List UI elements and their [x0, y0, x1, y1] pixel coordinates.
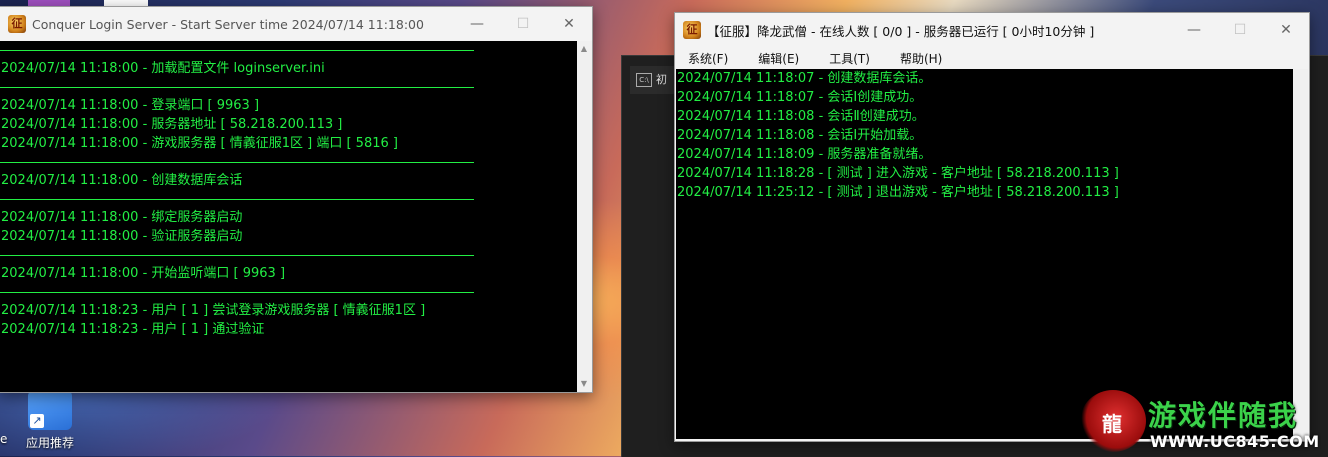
menu-edit[interactable]: 编辑(E) — [753, 48, 804, 69]
log-separator — [0, 50, 474, 51]
menu-tools[interactable]: 工具(T) — [824, 48, 875, 69]
terminal-icon: C:\ — [636, 73, 652, 87]
menu-help[interactable]: 帮助(H) — [895, 48, 947, 69]
log-line: 2024/07/14 11:18:08 - 会话Ⅱ创建成功。 — [677, 109, 925, 124]
menu-system[interactable]: 系统(F) — [683, 48, 733, 69]
title-bar[interactable]: 征 【征服】降龙武僧 - 在线人数 [ 0/0 ] - 服务器已运行 [ 0小时… — [675, 13, 1309, 47]
log-line: 2024/07/14 11:18:07 - 会话Ⅰ创建成功。 — [677, 90, 923, 105]
desktop-icon-label: 应用推荐 — [25, 436, 74, 450]
app-recommend-icon: ↗ — [28, 390, 72, 430]
log-line: 2024/07/14 11:18:00 - 开始监听端口 [ 9963 ] — [1, 266, 286, 281]
log-line: 2024/07/14 11:18:08 - 会话Ⅰ开始加载。 — [677, 128, 923, 143]
maximize-icon[interactable]: ☐ — [1217, 13, 1263, 47]
game-server-window[interactable]: 征 【征服】降龙武僧 - 在线人数 [ 0/0 ] - 服务器已运行 [ 0小时… — [674, 12, 1310, 442]
maximize-icon[interactable]: ☐ — [500, 7, 546, 41]
vertical-scrollbar[interactable] — [1293, 69, 1308, 439]
log-separator — [0, 199, 474, 200]
log-line: 2024/07/14 11:25:12 - [ 测试 ] 退出游戏 - 客户地址… — [677, 185, 1119, 200]
desktop-icon-app-recommend[interactable]: ↗ 应用推荐 — [24, 390, 76, 451]
close-icon[interactable]: ✕ — [1263, 13, 1309, 47]
log-separator — [0, 292, 474, 293]
window-title: Conquer Login Server - Start Server time… — [32, 16, 424, 32]
log-line: 2024/07/14 11:18:23 - 用户 [ 1 ] 通过验证 — [1, 322, 265, 337]
log-line: 2024/07/14 11:18:00 - 绑定服务器启动 — [1, 210, 243, 225]
title-bar[interactable]: 征 Conquer Login Server - Start Server ti… — [0, 7, 592, 41]
game-console-output: 2024/07/14 11:18:07 - 创建数据库会话。 2024/07/1… — [676, 69, 1293, 439]
login-server-window[interactable]: 征 Conquer Login Server - Start Server ti… — [0, 6, 593, 393]
log-line: 2024/07/14 11:18:28 - [ 测试 ] 进入游戏 - 客户地址… — [677, 166, 1119, 181]
watermark-name: 游戏伴随我 — [1148, 399, 1299, 432]
terminal-tab-label: 初 — [656, 73, 667, 86]
close-icon[interactable]: ✕ — [546, 7, 592, 41]
log-line: 2024/07/14 11:18:00 - 加载配置文件 loginserver… — [1, 61, 325, 76]
log-separator — [0, 87, 474, 88]
log-line: 2024/07/14 11:18:07 - 创建数据库会话。 — [677, 71, 932, 86]
log-line: 2024/07/14 11:18:00 - 游戏服务器 [ 情義征服1区 ] 端… — [1, 136, 398, 151]
minimize-icon[interactable]: — — [1171, 13, 1217, 47]
watermark-url: WWW.UC845.COM — [1150, 432, 1320, 451]
log-line: 2024/07/14 11:18:09 - 服务器准备就绪。 — [677, 147, 932, 162]
desktop-edge-label: e — [0, 432, 8, 446]
scroll-up-icon[interactable]: ▲ — [577, 43, 591, 55]
scroll-down-icon[interactable]: ▼ — [577, 378, 591, 390]
shortcut-arrow-icon: ↗ — [30, 414, 44, 428]
minimize-icon[interactable]: — — [454, 7, 500, 41]
conquer-app-icon: 征 — [8, 15, 26, 33]
window-title: 【征服】降龙武僧 - 在线人数 [ 0/0 ] - 服务器已运行 [ 0小时10… — [707, 23, 1095, 39]
site-watermark: 龍 游戏伴随我 WWW.UC845.COM — [1080, 390, 1328, 456]
vertical-scrollbar[interactable]: ▲ ▼ — [577, 41, 592, 392]
log-line: 2024/07/14 11:18:00 - 服务器地址 [ 58.218.200… — [1, 117, 343, 132]
dragon-logo-icon: 龍 — [1080, 390, 1146, 452]
menu-bar: 系统(F) 编辑(E) 工具(T) 帮助(H) — [675, 47, 1309, 69]
log-line: 2024/07/14 11:18:00 - 验证服务器启动 — [1, 229, 243, 244]
log-separator — [0, 162, 474, 163]
login-console-output: 2024/07/14 11:18:00 - 加载配置文件 loginserver… — [0, 41, 577, 392]
conquer-app-icon: 征 — [683, 21, 701, 39]
log-separator — [0, 255, 474, 256]
log-line: 2024/07/14 11:18:23 - 用户 [ 1 ] 尝试登录游戏服务器… — [1, 303, 426, 318]
log-line: 2024/07/14 11:18:00 - 创建数据库会话 — [1, 173, 243, 188]
log-line: 2024/07/14 11:18:00 - 登录端口 [ 9963 ] — [1, 98, 260, 113]
